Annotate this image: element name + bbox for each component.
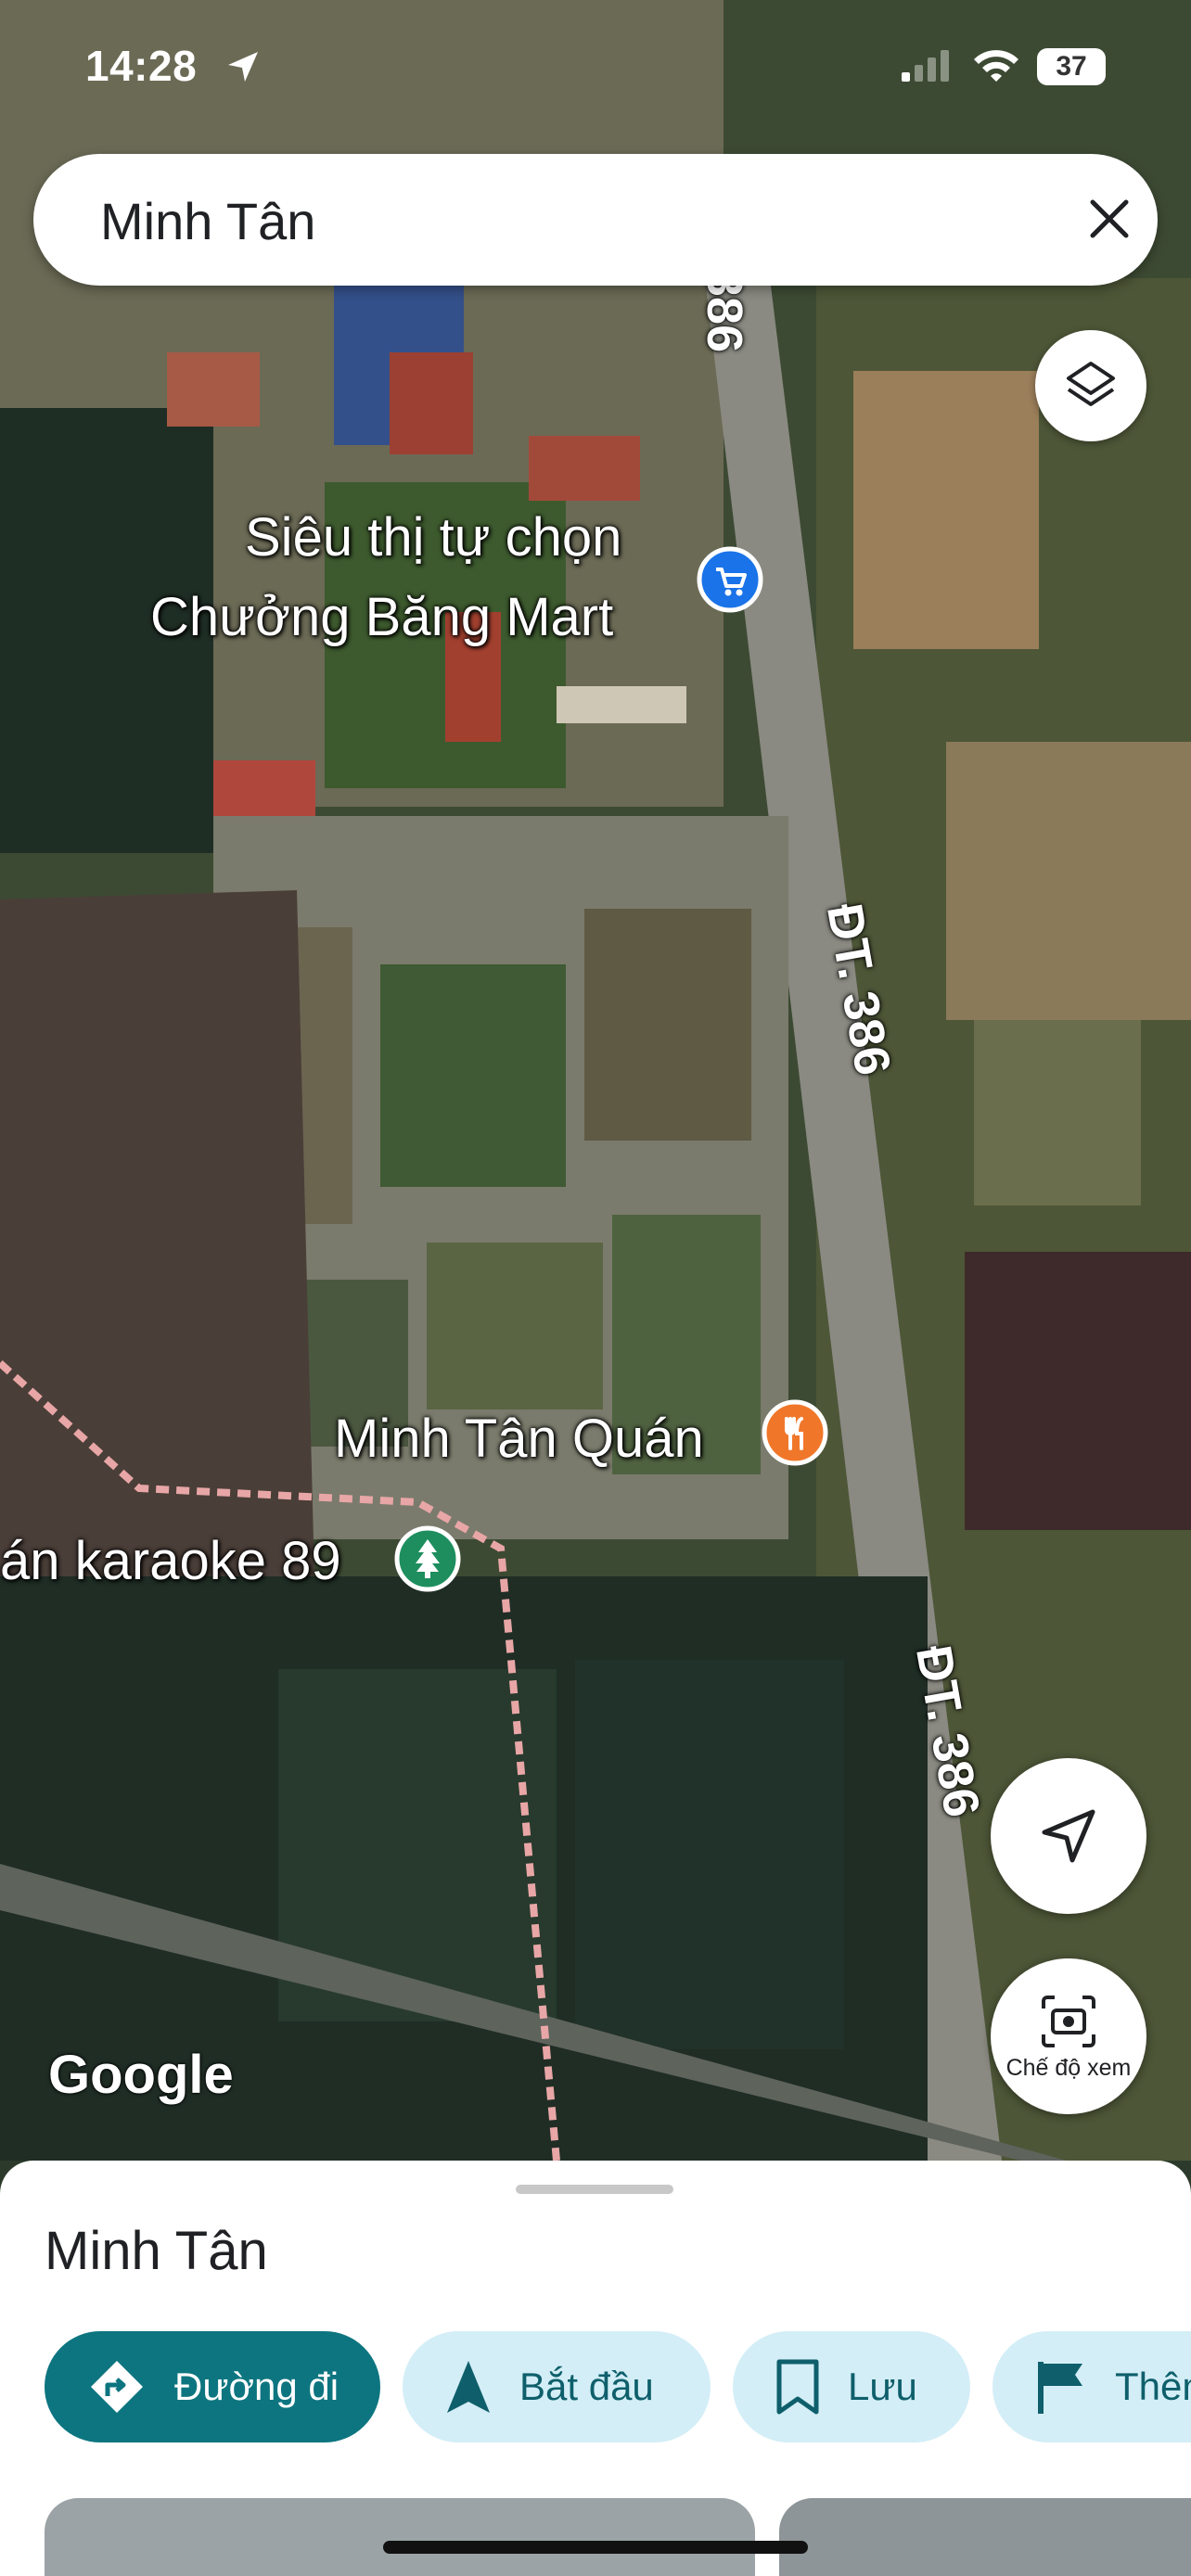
navigation-arrow-icon bbox=[1042, 1809, 1095, 1863]
location-arrow-icon bbox=[224, 48, 262, 90]
save-button[interactable]: Lưu bbox=[733, 2331, 970, 2442]
add-button[interactable]: Thêm bbox=[992, 2331, 1191, 2442]
start-button[interactable]: Bắt đầu bbox=[403, 2331, 711, 2442]
battery-indicator: 37 bbox=[1037, 48, 1106, 85]
place-label[interactable]: án karaoke 89 bbox=[0, 1530, 341, 1592]
my-location-button[interactable] bbox=[991, 1758, 1146, 1914]
cellular-signal-icon bbox=[900, 48, 955, 86]
place-sheet[interactable]: Minh Tân Đường đi Bắt đầu Lưu Thêm bbox=[0, 2161, 1191, 2576]
start-label: Bắt đầu bbox=[519, 2365, 654, 2408]
search-input[interactable]: Minh Tân bbox=[100, 191, 315, 251]
status-time: 14:28 bbox=[85, 42, 198, 90]
camera-scan-icon bbox=[1042, 1996, 1095, 2047]
wifi-icon bbox=[970, 46, 1022, 88]
directions-button[interactable]: Đường đi bbox=[45, 2331, 380, 2442]
place-label[interactable]: Chưởng Băng Mart bbox=[150, 586, 613, 648]
navigation-arrow-icon bbox=[445, 2359, 492, 2415]
place-label[interactable]: Minh Tân Quán bbox=[334, 1408, 704, 1470]
cart-icon[interactable] bbox=[696, 545, 764, 618]
status-bar: 14:28 37 bbox=[0, 0, 1191, 130]
search-bar[interactable]: Minh Tân bbox=[33, 154, 1158, 286]
layers-icon bbox=[1067, 362, 1115, 406]
home-indicator[interactable] bbox=[383, 2541, 808, 2554]
flag-icon bbox=[1035, 2358, 1087, 2416]
sheet-drag-handle[interactable] bbox=[516, 2185, 673, 2194]
place-label[interactable]: Siêu thị tự chọn bbox=[245, 506, 621, 568]
place-photo[interactable] bbox=[779, 2498, 1191, 2576]
view-mode-label: Chế độ xem bbox=[1005, 2055, 1132, 2081]
tree-icon[interactable] bbox=[393, 1524, 462, 1598]
bookmark-icon bbox=[775, 2358, 820, 2416]
view-mode-button[interactable]: Chế độ xem bbox=[991, 1958, 1146, 2114]
add-label: Thêm bbox=[1115, 2365, 1191, 2408]
google-attribution: Google bbox=[48, 2045, 234, 2105]
save-label: Lưu bbox=[848, 2365, 917, 2408]
close-icon[interactable] bbox=[1085, 195, 1133, 243]
directions-icon bbox=[87, 2357, 147, 2417]
restaurant-icon[interactable] bbox=[761, 1398, 829, 1472]
place-title: Minh Tân bbox=[45, 2221, 268, 2281]
directions-label: Đường đi bbox=[174, 2365, 339, 2408]
place-photo[interactable] bbox=[45, 2498, 755, 2576]
layers-button[interactable] bbox=[1035, 330, 1146, 441]
